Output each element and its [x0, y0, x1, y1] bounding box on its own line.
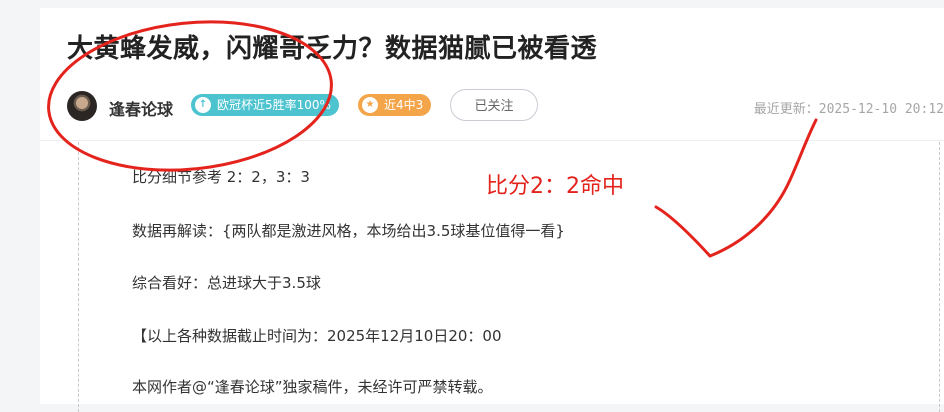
article-card: 大黄蜂发威，闪耀哥乏力？数据猫腻已被看透 逢春论球 ↑ 欧冠杯近5胜率100% … [40, 8, 944, 412]
follow-button[interactable]: 已关注 [450, 89, 538, 121]
author-meta-row: 逢春论球 ↑ 欧冠杯近5胜率100% ★ 近4中3 已关注 最近更新：2025-… [67, 88, 944, 124]
paragraph-data-analysis: 数据再解读：{两队都是激进风格，本场给出3.5球基位值得一看} [132, 222, 565, 240]
paragraph-copyright: 本网作者@“逢春论球”独家稿件，未经许可严禁转载。 [132, 378, 493, 396]
star-icon: ★ [362, 97, 378, 113]
up-arrow-icon: ↑ [195, 97, 211, 113]
update-info: 最近更新：2025-12-10 20:12 [754, 98, 944, 117]
article-title: 大黄蜂发威，闪耀哥乏力？数据猫腻已被看透 [67, 34, 598, 64]
author-avatar[interactable] [67, 91, 97, 121]
header-divider [40, 140, 944, 141]
annotation-hit-text: 比分2：2命中 [486, 174, 624, 199]
streak-badge: ★ 近4中3 [358, 94, 432, 116]
update-label: 最近更新： [753, 102, 819, 117]
win-rate-badge: ↑ 欧冠杯近5胜率100% [191, 94, 339, 116]
streak-badge-label: 近4中3 [384, 98, 424, 112]
paragraph-score-reference: 比分细节参考 2：2，3：3 [132, 168, 310, 186]
paragraph-recommendation: 综合看好：总进球大于3.5球 [132, 274, 321, 292]
author-name[interactable]: 逢春论球 [109, 96, 173, 120]
paragraph-data-cutoff: 【以上各种数据截止时间为：2025年12月10日20：00 [132, 327, 502, 345]
update-time: 2025-12-10 20:12 [818, 102, 944, 117]
win-rate-badge-label: 欧冠杯近5胜率100% [217, 98, 331, 112]
